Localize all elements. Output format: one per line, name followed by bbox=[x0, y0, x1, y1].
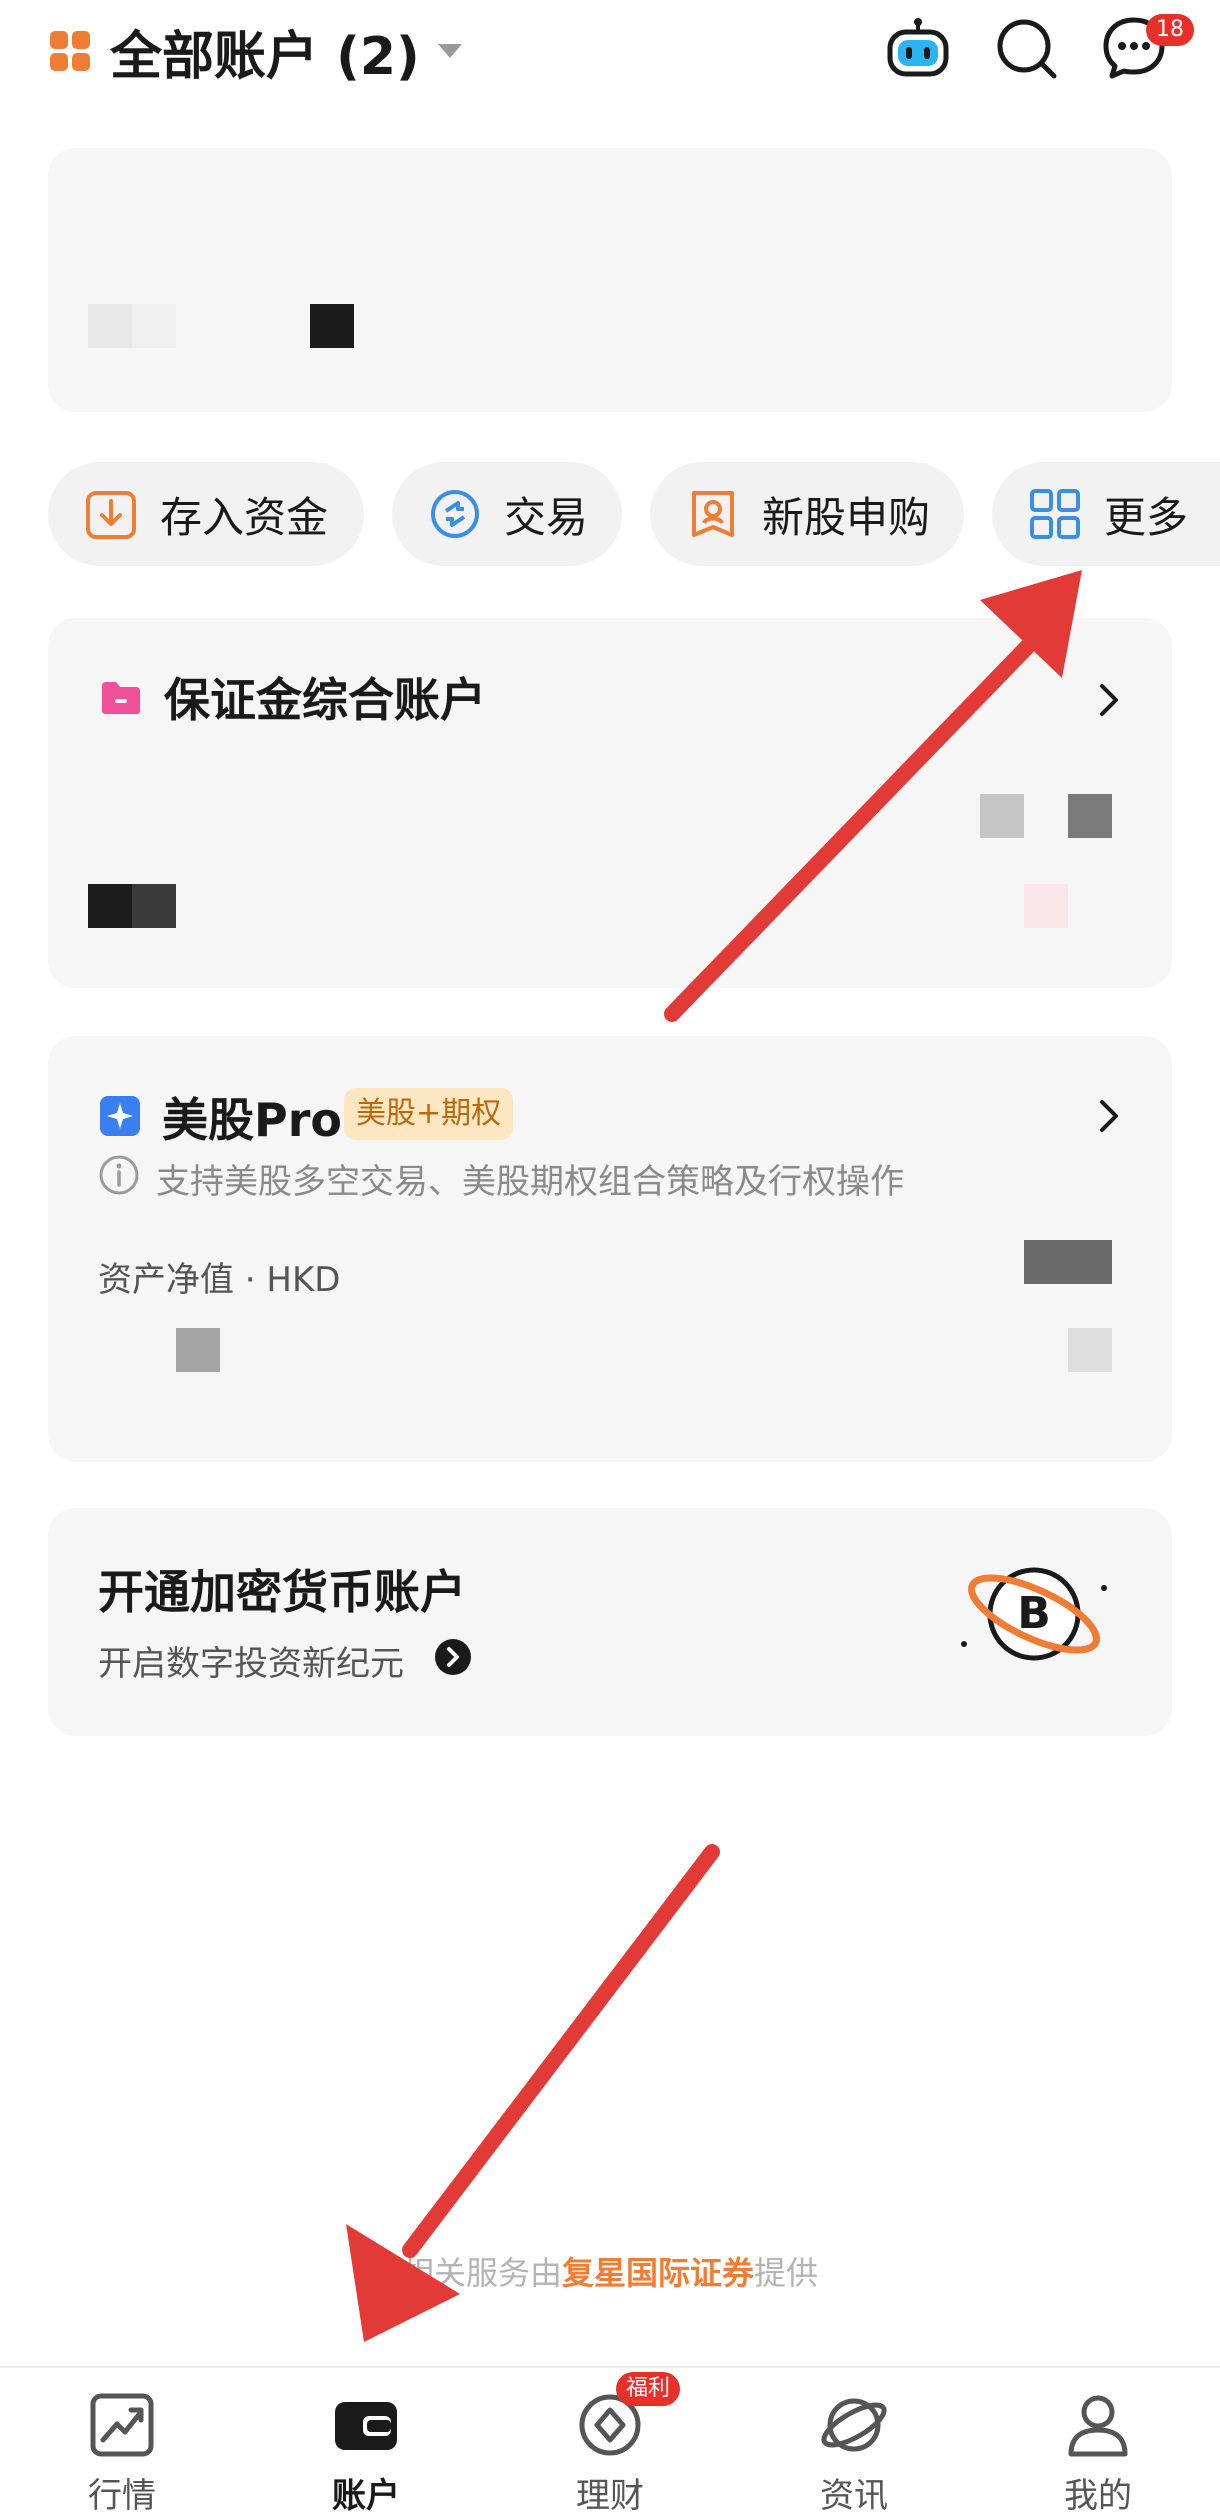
arrow-head-more bbox=[980, 570, 1082, 678]
account-page: 全部账户 (2) 18 存入资金 交易 新股申购 更多 保证金综合账户 美股Pr… bbox=[0, 0, 1220, 2520]
tab-wealth[interactable]: 福利 理财 bbox=[488, 2372, 732, 2520]
tab-label: 账户 bbox=[332, 2476, 400, 2516]
tab-label: 理财 bbox=[576, 2476, 644, 2516]
annotation-arrows bbox=[346, 570, 1082, 2342]
tab-label: 行情 bbox=[88, 2476, 156, 2516]
welfare-badge: 福利 bbox=[616, 2372, 681, 2406]
tab-account[interactable]: 账户 bbox=[244, 2372, 488, 2520]
person-icon bbox=[1068, 2395, 1128, 2457]
wallet-icon bbox=[335, 2402, 397, 2450]
arrow-head-account bbox=[346, 2224, 460, 2342]
tab-me[interactable]: 我的 bbox=[976, 2372, 1220, 2520]
tab-label: 资讯 bbox=[820, 2476, 888, 2516]
tab-market[interactable]: 行情 bbox=[0, 2372, 244, 2520]
planet-icon bbox=[821, 2398, 887, 2452]
arrow-to-more-button bbox=[664, 636, 1038, 1022]
tab-label: 我的 bbox=[1064, 2476, 1132, 2516]
tab-news[interactable]: 资讯 bbox=[732, 2372, 976, 2520]
chart-icon bbox=[90, 2393, 154, 2457]
arrow-to-account-tab bbox=[402, 1844, 720, 2258]
